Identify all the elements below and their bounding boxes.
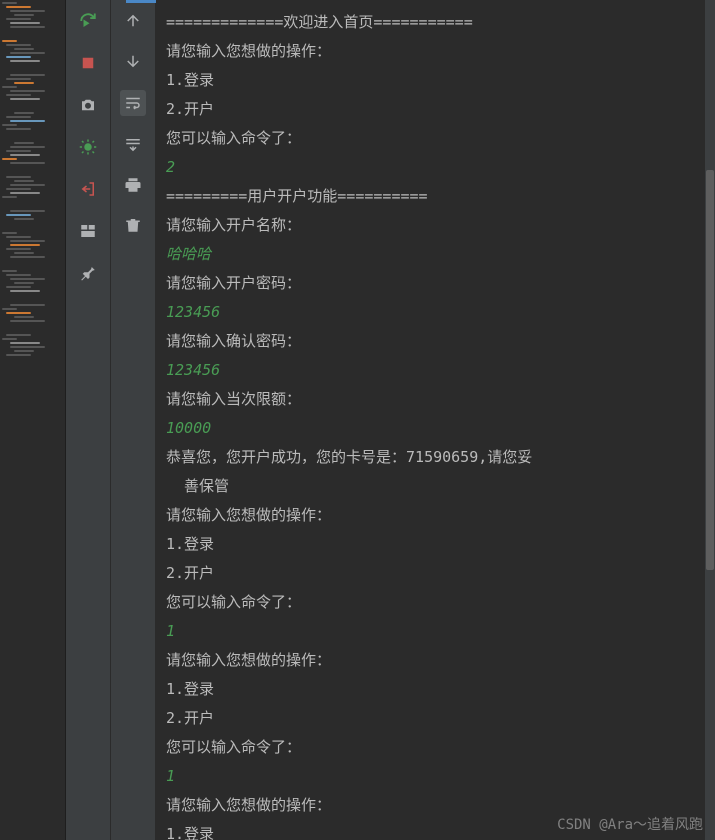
console-output-line: 请您输入您想做的操作： — [166, 501, 705, 530]
console-output-line: 请您输入开户密码： — [166, 269, 705, 298]
console-output-line: =============欢迎进入首页=========== — [166, 8, 705, 37]
soft-wrap-icon[interactable] — [120, 90, 146, 116]
console-output-line: 请您输入您想做的操作： — [166, 37, 705, 66]
console-input-line: 1 — [166, 762, 705, 791]
debug-icon[interactable] — [77, 136, 99, 158]
console-input-line: 哈哈哈 — [166, 240, 705, 269]
console-input-line: 10000 — [166, 414, 705, 443]
console-output-line: 您可以输入命令了： — [166, 733, 705, 762]
console-input-line: 1 — [166, 617, 705, 646]
console-output-line: 2.开户 — [166, 559, 705, 588]
stop-icon[interactable] — [77, 52, 99, 74]
console-output-line: 善保管 — [166, 472, 705, 501]
scrollbar-track[interactable] — [705, 0, 715, 840]
exit-icon[interactable] — [77, 178, 99, 200]
console-output-line: =========用户开户功能========== — [166, 182, 705, 211]
console-toolbar — [111, 0, 156, 840]
console-input-line: 2 — [166, 153, 705, 182]
arrow-down-icon[interactable] — [122, 50, 144, 72]
console-output-line: 2.开户 — [166, 704, 705, 733]
code-minimap[interactable] — [0, 0, 66, 840]
pin-icon[interactable] — [77, 262, 99, 284]
arrow-up-icon[interactable] — [122, 10, 144, 32]
scroll-to-end-icon[interactable] — [122, 134, 144, 156]
console-output-line: 1.登录 — [166, 66, 705, 95]
console-output-line: 1.登录 — [166, 675, 705, 704]
console-input-line: 123456 — [166, 356, 705, 385]
console-output[interactable]: =============欢迎进入首页===========请您输入您想做的操作… — [156, 0, 715, 840]
console-output-line: 请您输入您想做的操作： — [166, 646, 705, 675]
layout-icon[interactable] — [77, 220, 99, 242]
watermark: CSDN @Ara～追着风跑 — [557, 814, 703, 834]
console-output-line: 请您输入确认密码： — [166, 327, 705, 356]
scrollbar-thumb[interactable] — [706, 170, 714, 570]
trash-icon[interactable] — [122, 214, 144, 236]
console-output-line: 您可以输入命令了： — [166, 588, 705, 617]
console-output-line: 您可以输入命令了： — [166, 124, 705, 153]
minimap-content — [0, 0, 65, 360]
console-output-line: 恭喜您，您开户成功，您的卡号是：71590659,请您妥 — [166, 443, 705, 472]
console-output-line: 2.开户 — [166, 95, 705, 124]
console-output-line: 1.登录 — [166, 530, 705, 559]
camera-icon[interactable] — [77, 94, 99, 116]
rerun-icon[interactable] — [77, 10, 99, 32]
print-icon[interactable] — [122, 174, 144, 196]
console-output-line: 请您输入开户名称： — [166, 211, 705, 240]
console-input-line: 123456 — [166, 298, 705, 327]
console-output-line: 请您输入当次限额： — [166, 385, 705, 414]
run-toolbar — [66, 0, 111, 840]
